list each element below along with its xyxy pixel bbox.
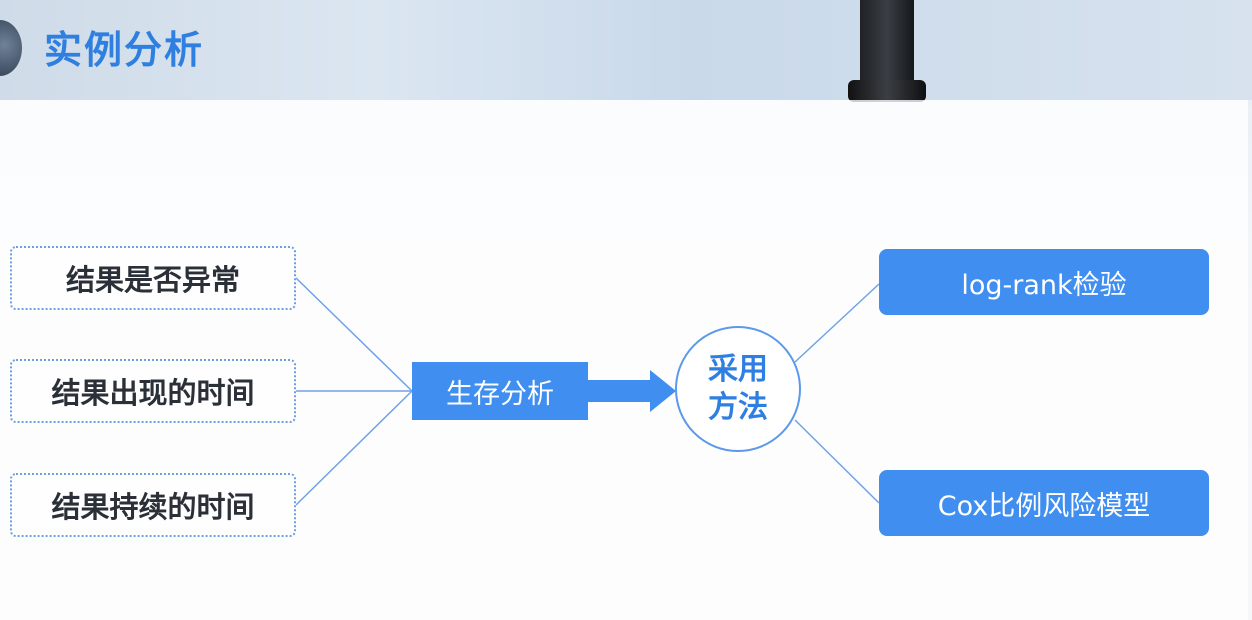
arrow-shaft	[588, 380, 652, 402]
connector-source-1	[295, 277, 413, 392]
source-box-onset-time: 结果出现的时间	[10, 359, 296, 423]
method-circle: 采用 方法	[675, 326, 801, 452]
result-box-cox: Cox比例风险模型	[879, 470, 1209, 536]
connector-source-3	[295, 390, 413, 506]
result-box-logrank: log-rank检验	[879, 249, 1209, 315]
connector-result-1	[794, 283, 880, 363]
survival-analysis-box: 生存分析	[412, 362, 588, 420]
arrow-head	[650, 370, 676, 412]
method-label-line1: 采用	[708, 352, 768, 387]
method-label-line2: 方法	[708, 390, 768, 425]
source-box-abnormal: 结果是否异常	[10, 246, 296, 310]
connector-result-2	[794, 419, 880, 504]
source-box-duration: 结果持续的时间	[10, 473, 296, 537]
